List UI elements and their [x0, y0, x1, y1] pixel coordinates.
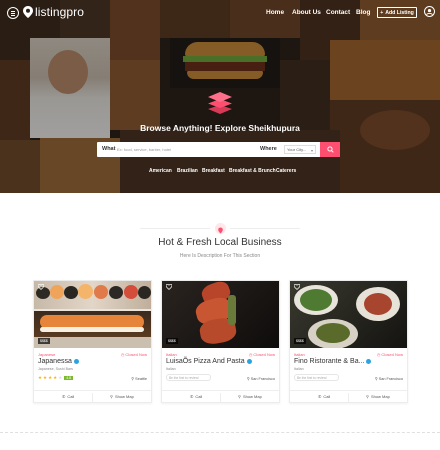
- listing-location: ⚲ San Francisco: [374, 376, 403, 382]
- status-badge: ◷ Closed Now: [120, 352, 147, 357]
- card-actions: ✆ Call ⚲ Show Map: [290, 390, 407, 403]
- status-badge: ◷ Closed Now: [248, 352, 275, 357]
- section-subtitle: Here Is Description For This Section: [179, 253, 261, 259]
- city-select[interactable]: Your City... ▾: [284, 145, 316, 154]
- listing-card[interactable]: $$$$ Italian ◷ Closed Now LuisaÕs Pizza …: [161, 280, 280, 403]
- star-icon: ★: [38, 375, 43, 380]
- listing-photo[interactable]: [162, 281, 279, 348]
- category-brazilian[interactable]: Brazilian: [177, 168, 198, 174]
- map-pin-icon: ⚲: [238, 394, 241, 399]
- heart-icon[interactable]: [166, 284, 172, 290]
- clock-icon: ◷: [120, 352, 125, 357]
- status-badge: ◷ Closed Now: [376, 352, 403, 357]
- search-what-label: What: [102, 146, 116, 152]
- listing-name[interactable]: Fino Ristorante & Ba...: [294, 358, 372, 365]
- call-button[interactable]: ✆ Call: [62, 394, 74, 399]
- review-prompt[interactable]: Be the first to review!: [166, 374, 211, 381]
- rating-score: 4.8: [64, 376, 74, 380]
- price-badge: $$$$: [166, 338, 178, 344]
- hero-title: Browse Anything! Explore Sheikhupura: [140, 123, 300, 133]
- price-badge: $$$$: [294, 338, 306, 344]
- listing-tags: Italian: [294, 367, 304, 371]
- star-icon: ★: [58, 375, 63, 380]
- listing-card[interactable]: $$$$ Italian ◷ Closed Now Fino Ristorant…: [289, 280, 408, 403]
- divider: [140, 228, 210, 229]
- listing-location: ⚲ Seattle: [131, 376, 147, 382]
- card-actions: ✆ Call ⚲ Show Map: [34, 390, 151, 403]
- verified-icon: [73, 359, 79, 364]
- listing-tags: Italian: [166, 367, 176, 371]
- listing-category[interactable]: Italian: [166, 352, 177, 357]
- listing-category[interactable]: Italian: [294, 352, 305, 357]
- add-listing-button[interactable]: + Add Listing: [377, 7, 417, 18]
- plus-icon: +: [380, 9, 384, 16]
- heart-icon[interactable]: [38, 284, 44, 290]
- verified-icon: [366, 359, 372, 364]
- verified-icon: [246, 359, 252, 364]
- map-pin-icon: ⚲: [374, 377, 378, 381]
- logo-icon[interactable]: [23, 6, 33, 18]
- listing-name[interactable]: LuisaÕs Pizza And Pasta: [166, 358, 252, 365]
- call-button[interactable]: ✆ Call: [190, 394, 202, 399]
- map-pin-icon: ⚲: [110, 394, 113, 399]
- listing-card[interactable]: $$$$ Japanese ◷ Closed Now Japanessa Jap…: [33, 280, 152, 403]
- site-header: listingpro Home About Us Contact Blog + …: [0, 0, 440, 26]
- show-map-button[interactable]: ⚲ Show Map: [366, 394, 390, 399]
- star-icon: ★: [43, 375, 48, 380]
- rating: ★ ★ ★ ★ ★ 4.8: [38, 375, 74, 381]
- city-select-value: Your City...: [287, 147, 307, 152]
- menu-icon[interactable]: [7, 7, 19, 19]
- map-pin-icon: ⚲: [366, 394, 369, 399]
- star-icon: ★: [53, 375, 58, 380]
- phone-icon: ✆: [190, 394, 194, 399]
- user-icon[interactable]: [424, 6, 435, 17]
- search-what-input[interactable]: Ex: food, service, barber, hotel: [117, 147, 171, 152]
- phone-icon: ✆: [318, 394, 322, 399]
- search-icon: [326, 146, 334, 153]
- category-breakfast-brunch[interactable]: Breakfast & Brunch: [229, 168, 276, 174]
- review-prompt[interactable]: Be the first to review!: [294, 374, 339, 381]
- divider: [230, 228, 300, 229]
- section-title: Hot & Fresh Local Business: [158, 237, 282, 248]
- listing-category[interactable]: Japanese: [38, 352, 55, 357]
- map-pin-icon: ⚲: [246, 377, 250, 381]
- show-map-button[interactable]: ⚲ Show Map: [110, 394, 134, 399]
- search-bar: What Ex: food, service, barber, hotel Wh…: [97, 142, 340, 157]
- section-icon: [215, 223, 226, 234]
- map-pin-icon: ⚲: [131, 377, 135, 381]
- logo-text[interactable]: listingpro: [35, 5, 84, 19]
- nav-contact[interactable]: Contact: [326, 9, 350, 16]
- phone-icon: ✆: [62, 394, 66, 399]
- add-listing-label: Add Listing: [385, 9, 414, 16]
- nav-blog[interactable]: Blog: [356, 9, 370, 16]
- nav-about-us[interactable]: About Us: [292, 9, 321, 16]
- category-breakfast[interactable]: Breakfast: [202, 168, 225, 174]
- clock-icon: ◷: [376, 352, 381, 357]
- nav-home[interactable]: Home: [266, 9, 284, 16]
- listing-location: ⚲ San Francisco: [246, 376, 275, 382]
- card-actions: ✆ Call ⚲ Show Map: [162, 390, 279, 403]
- search-button[interactable]: [320, 142, 340, 157]
- price-badge: $$$$: [38, 338, 50, 344]
- show-map-button[interactable]: ⚲ Show Map: [238, 394, 262, 399]
- listing-name[interactable]: Japanessa: [38, 358, 79, 365]
- search-where-label: Where: [260, 146, 277, 152]
- category-american[interactable]: American: [149, 168, 172, 174]
- listing-tags: Japanese, Sushi Bars: [38, 367, 73, 371]
- chevron-down-icon: ▾: [310, 148, 313, 153]
- call-button[interactable]: ✆ Call: [318, 394, 330, 399]
- divider: [0, 432, 440, 433]
- category-caterers[interactable]: Caterers: [276, 168, 296, 174]
- heart-icon[interactable]: [294, 284, 300, 290]
- clock-icon: ◷: [248, 352, 253, 357]
- star-icon: ★: [48, 375, 53, 380]
- listing-photo[interactable]: [34, 281, 151, 348]
- layers-logo-icon: [208, 92, 232, 114]
- listing-photo[interactable]: [290, 281, 407, 348]
